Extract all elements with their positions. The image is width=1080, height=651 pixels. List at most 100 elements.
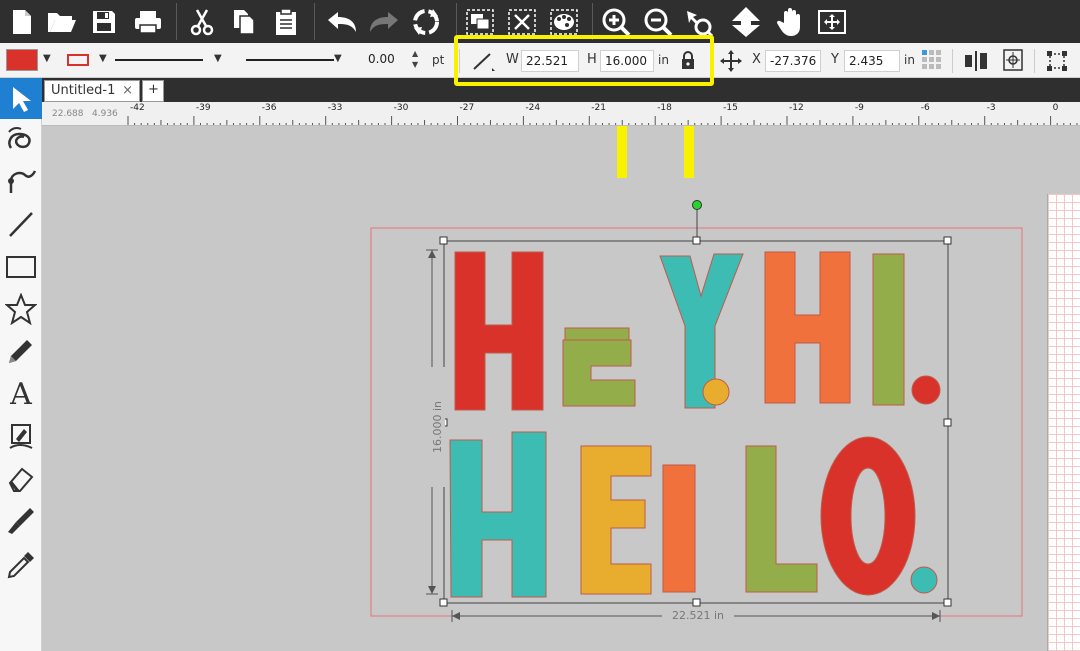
move-arrows-icon[interactable] xyxy=(720,50,742,76)
fill-color-swatch[interactable] xyxy=(6,49,38,71)
ruler-tick-label: -15 xyxy=(723,103,738,113)
line-tool-icon[interactable] xyxy=(470,50,496,76)
eraser-tool[interactable] xyxy=(0,458,42,499)
palette-icon[interactable] xyxy=(546,4,582,40)
x-label: X xyxy=(752,52,761,67)
drawing-canvas[interactable]: 16.000 in 22.521 in xyxy=(42,126,1080,651)
ungroup-icon[interactable] xyxy=(504,4,540,40)
position-unit-label: in xyxy=(904,53,915,67)
open-folder-icon[interactable] xyxy=(44,4,80,40)
tab-close-icon[interactable]: × xyxy=(122,83,133,98)
letter-E-1[interactable] xyxy=(562,339,636,407)
ruler-tick-label: 0 xyxy=(1052,103,1059,113)
move-down-icon[interactable] xyxy=(728,4,764,40)
align-icon[interactable] xyxy=(962,50,990,76)
stroke-width-input[interactable]: 0.00 xyxy=(364,49,410,71)
new-tab-button[interactable]: + xyxy=(142,80,164,102)
ruler-tick-label: -30 xyxy=(393,103,409,113)
curve-tool[interactable] xyxy=(0,160,42,201)
letter-I[interactable] xyxy=(872,253,905,406)
paste-icon[interactable] xyxy=(268,4,304,40)
select-arrow-tool[interactable] xyxy=(0,78,42,119)
pan-hand-icon[interactable] xyxy=(772,4,808,40)
zoom-select-icon[interactable] xyxy=(680,4,716,40)
ruler-tick-label: -3 xyxy=(986,103,996,113)
dot-1[interactable] xyxy=(702,378,730,406)
dot-2[interactable] xyxy=(911,375,941,405)
refresh-icon[interactable] xyxy=(408,4,444,40)
undo-icon[interactable] xyxy=(324,4,360,40)
ruler-tick-label: -12 xyxy=(789,103,804,113)
property-bar: ▼ ▼ ▼ ▼ 0.00 ▲ ▼ pt W 22.521 H 16.000 in … xyxy=(0,43,1080,78)
ruler-tick-label: -36 xyxy=(261,103,277,113)
ruler-tick-label: -21 xyxy=(591,103,606,113)
rotate-handle[interactable] xyxy=(692,200,702,210)
y-label: Y xyxy=(831,52,839,67)
new-document-icon[interactable] xyxy=(4,4,40,40)
letter-H-2[interactable] xyxy=(764,251,851,404)
eyedropper-tool[interactable] xyxy=(0,544,42,585)
zoom-in-icon[interactable] xyxy=(598,4,634,40)
tab-label: Untitled-1 xyxy=(51,83,116,98)
zoom-out-icon[interactable] xyxy=(640,4,676,40)
print-icon[interactable] xyxy=(130,4,166,40)
ruler-tick-label: -42 xyxy=(130,103,145,113)
letter-L-2[interactable] xyxy=(745,445,818,593)
letter-H-3[interactable] xyxy=(449,431,547,598)
ruler-tick-label: -39 xyxy=(195,103,211,113)
save-icon[interactable] xyxy=(86,4,122,40)
cursor-readout-y: 4.936 xyxy=(92,109,118,119)
width-dimension-label: 22.521 in xyxy=(662,609,734,622)
fit-page-icon[interactable] xyxy=(814,4,850,40)
ruler-tick-label: -9 xyxy=(854,103,864,113)
tab-untitled-1[interactable]: Untitled-1 × xyxy=(44,80,140,102)
fill-dropdown-icon[interactable]: ▼ xyxy=(43,53,51,64)
height-input[interactable]: 16.000 xyxy=(600,50,654,72)
node-edit-tool[interactable] xyxy=(0,119,42,160)
line-style-preview[interactable] xyxy=(115,59,203,61)
pencil-tool[interactable] xyxy=(0,330,42,371)
anchor-grid-icon[interactable] xyxy=(921,49,943,75)
cut-icon[interactable] xyxy=(184,4,220,40)
horizontal-ruler: 22.688 4.936 -42 -39 -36 -33 -30 -27 -24 -21 -18… xyxy=(42,102,1080,126)
star-tool[interactable] xyxy=(0,288,42,329)
stroke-unit-label: pt xyxy=(432,53,445,67)
size-unit-label: in xyxy=(658,53,669,67)
stroke-color-swatch[interactable] xyxy=(67,54,89,66)
center-object-icon[interactable] xyxy=(1002,48,1024,76)
line-end-dropdown-icon[interactable]: ▼ xyxy=(334,53,342,64)
main-toolbar xyxy=(0,0,1080,43)
redo-icon[interactable] xyxy=(366,4,402,40)
ruler-tick-label: -6 xyxy=(920,103,930,113)
y-position-input[interactable]: 2.435 xyxy=(844,50,900,72)
line-style-dropdown-icon[interactable]: ▼ xyxy=(214,53,222,64)
transform-icon[interactable] xyxy=(1046,50,1068,76)
dot-3[interactable] xyxy=(910,566,938,594)
cursor-readout-x: 22.688 xyxy=(52,109,84,119)
text-tool[interactable]: A xyxy=(0,374,42,415)
stroke-width-spinner[interactable]: ▲ ▼ xyxy=(412,48,418,70)
letter-L-1[interactable] xyxy=(662,464,696,593)
group-icon[interactable] xyxy=(462,4,498,40)
copy-icon[interactable] xyxy=(226,4,262,40)
height-dimension-label: 16.000 in xyxy=(431,367,445,487)
letter-H-1[interactable] xyxy=(454,251,544,411)
knife-tool[interactable] xyxy=(0,500,42,541)
letter-E-2[interactable] xyxy=(580,445,652,595)
line-end-preview[interactable] xyxy=(246,59,334,61)
text-on-path-tool[interactable] xyxy=(0,415,42,456)
ruler-tick-label: -27 xyxy=(459,103,475,113)
height-label: H xyxy=(587,52,597,67)
width-input[interactable]: 22.521 xyxy=(521,50,579,72)
tools-panel: A xyxy=(0,78,42,651)
letter-Y[interactable] xyxy=(659,253,744,409)
document-tab-bar: Untitled-1 × + xyxy=(42,78,1080,102)
ruler-tick-label: -18 xyxy=(657,103,672,113)
stroke-dropdown-icon[interactable]: ▼ xyxy=(99,53,107,64)
rectangle-tool[interactable] xyxy=(0,246,42,287)
x-position-input[interactable]: -27.376 xyxy=(765,50,821,72)
ruler-tick-label: -33 xyxy=(327,103,343,113)
line-tool[interactable] xyxy=(0,203,42,244)
lock-aspect-icon[interactable] xyxy=(680,50,696,74)
width-label: W xyxy=(506,52,519,67)
